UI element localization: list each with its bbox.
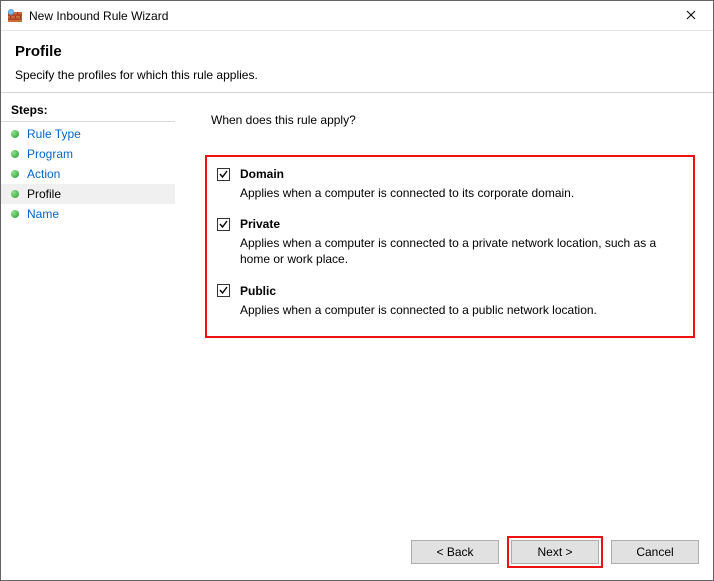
step-label: Rule Type <box>27 127 81 141</box>
checkbox-domain[interactable] <box>217 168 230 181</box>
step-bullet-icon <box>11 130 19 138</box>
profile-header: Public <box>217 284 683 298</box>
step-bullet-icon <box>11 170 19 178</box>
next-highlight: Next > <box>507 536 603 568</box>
step-profile[interactable]: Profile <box>1 184 175 204</box>
step-bullet-icon <box>11 150 19 158</box>
profile-domain: Domain Applies when a computer is connec… <box>217 167 683 201</box>
checkbox-public[interactable] <box>217 284 230 297</box>
steps-sidebar: Steps: Rule Type Program Action Profile … <box>1 93 175 580</box>
page-subtitle: Specify the profiles for which this rule… <box>15 68 701 82</box>
button-row: < Back Next > Cancel <box>411 536 699 568</box>
step-label: Name <box>27 207 59 221</box>
profile-header: Domain <box>217 167 683 181</box>
step-label: Action <box>27 167 60 181</box>
back-button[interactable]: < Back <box>411 540 499 564</box>
profile-private: Private Applies when a computer is conne… <box>217 217 683 267</box>
page-title: Profile <box>15 43 701 60</box>
step-bullet-icon <box>11 210 19 218</box>
step-bullet-icon <box>11 190 19 198</box>
steps-label: Steps: <box>1 99 175 122</box>
header: Profile Specify the profiles for which t… <box>1 31 713 92</box>
close-button[interactable] <box>668 1 713 30</box>
step-label: Profile <box>27 187 61 201</box>
profile-public: Public Applies when a computer is connec… <box>217 284 683 318</box>
cancel-button[interactable]: Cancel <box>611 540 699 564</box>
profile-description: Applies when a computer is connected to … <box>240 302 683 318</box>
checkbox-private[interactable] <box>217 218 230 231</box>
profiles-highlight-box: Domain Applies when a computer is connec… <box>205 155 695 338</box>
firewall-icon <box>7 8 23 24</box>
profile-description: Applies when a computer is connected to … <box>240 185 683 201</box>
step-label: Program <box>27 147 73 161</box>
step-rule-type[interactable]: Rule Type <box>1 124 175 144</box>
titlebar: New Inbound Rule Wizard <box>1 1 713 31</box>
profile-label: Private <box>240 217 280 231</box>
profile-label: Public <box>240 284 276 298</box>
body: Steps: Rule Type Program Action Profile … <box>1 92 713 580</box>
next-button[interactable]: Next > <box>511 540 599 564</box>
window-title: New Inbound Rule Wizard <box>29 9 668 23</box>
prompt-text: When does this rule apply? <box>211 113 695 127</box>
content-pane: When does this rule apply? Domain Applie… <box>175 93 713 580</box>
close-icon <box>686 9 696 23</box>
step-name[interactable]: Name <box>1 204 175 224</box>
profile-label: Domain <box>240 167 284 181</box>
profile-description: Applies when a computer is connected to … <box>240 235 683 267</box>
step-program[interactable]: Program <box>1 144 175 164</box>
profile-header: Private <box>217 217 683 231</box>
wizard-window: New Inbound Rule Wizard Profile Specify … <box>0 0 714 581</box>
step-action[interactable]: Action <box>1 164 175 184</box>
